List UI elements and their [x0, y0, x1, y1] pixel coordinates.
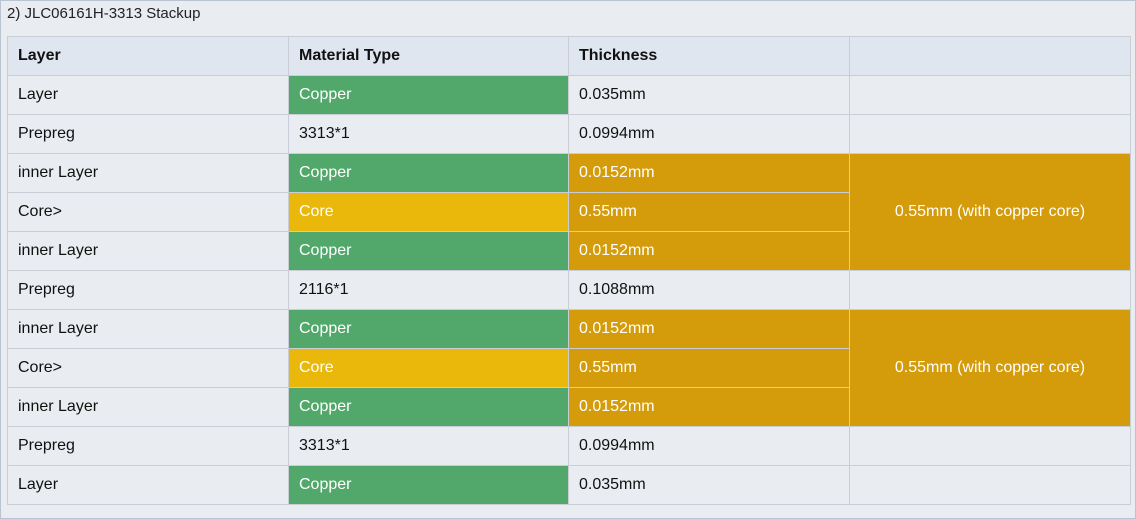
material-cell: Core [288, 348, 569, 388]
layer-cell: Prepreg [7, 114, 289, 154]
thickness-cell: 0.55mm [568, 348, 850, 388]
core-group-summary: 0.55mm (with copper core) [849, 153, 1131, 271]
material-cell: 3313*1 [288, 426, 569, 466]
material-cell: Copper [288, 75, 569, 115]
table-header-row: Layer Material Type Thickness [7, 36, 1131, 76]
header-layer: Layer [7, 36, 289, 76]
material-cell: 2116*1 [288, 270, 569, 310]
thickness-cell: 0.0152mm [568, 387, 850, 427]
layer-cell: inner Layer [7, 231, 289, 271]
layer-cell: Prepreg [7, 270, 289, 310]
layer-cell: inner Layer [7, 309, 289, 349]
thickness-cell: 0.1088mm [568, 270, 850, 310]
header-thickness: Thickness [568, 36, 850, 76]
thickness-cell: 0.0152mm [568, 309, 850, 349]
empty-cell [849, 426, 1131, 466]
material-cell: Copper [288, 387, 569, 427]
material-cell: Copper [288, 231, 569, 271]
layer-cell: inner Layer [7, 387, 289, 427]
layer-cell: inner Layer [7, 153, 289, 193]
layer-cell: Layer [7, 75, 289, 115]
layer-cell: Core> [7, 192, 289, 232]
panel-title: 2) JLC06161H-3313 Stackup [7, 5, 201, 22]
thickness-cell: 0.0152mm [568, 153, 850, 193]
empty-cell [849, 75, 1131, 115]
table-row: inner Layer Copper 0.0152mm 0.55mm (with… [7, 309, 1131, 427]
empty-cell [849, 465, 1131, 505]
material-cell: Copper [288, 309, 569, 349]
header-material-type: Material Type [288, 36, 569, 76]
table-row: Prepreg 3313*1 0.0994mm [7, 114, 1131, 154]
material-cell: Copper [288, 153, 569, 193]
stackup-panel: 2) JLC06161H-3313 Stackup Layer Material… [0, 0, 1136, 519]
table-row: Prepreg 3313*1 0.0994mm [7, 426, 1131, 466]
material-cell: Copper [288, 465, 569, 505]
material-cell: 3313*1 [288, 114, 569, 154]
material-cell: Core [288, 192, 569, 232]
thickness-cell: 0.035mm [568, 465, 850, 505]
layer-cell: Prepreg [7, 426, 289, 466]
thickness-cell: 0.0994mm [568, 114, 850, 154]
empty-cell [849, 114, 1131, 154]
layer-cell: Core> [7, 348, 289, 388]
header-blank [849, 36, 1131, 76]
thickness-cell: 0.0152mm [568, 231, 850, 271]
empty-cell [849, 270, 1131, 310]
thickness-cell: 0.035mm [568, 75, 850, 115]
table-row: Layer Copper 0.035mm [7, 465, 1131, 505]
layer-cell: Layer [7, 465, 289, 505]
table-row: inner Layer Copper 0.0152mm 0.55mm (with… [7, 153, 1131, 271]
thickness-cell: 0.0994mm [568, 426, 850, 466]
thickness-cell: 0.55mm [568, 192, 850, 232]
table-row: Prepreg 2116*1 0.1088mm [7, 270, 1131, 310]
stackup-table: Layer Material Type Thickness Layer Copp… [7, 36, 1131, 505]
table-row: Layer Copper 0.035mm [7, 75, 1131, 115]
core-group-summary: 0.55mm (with copper core) [849, 309, 1131, 427]
